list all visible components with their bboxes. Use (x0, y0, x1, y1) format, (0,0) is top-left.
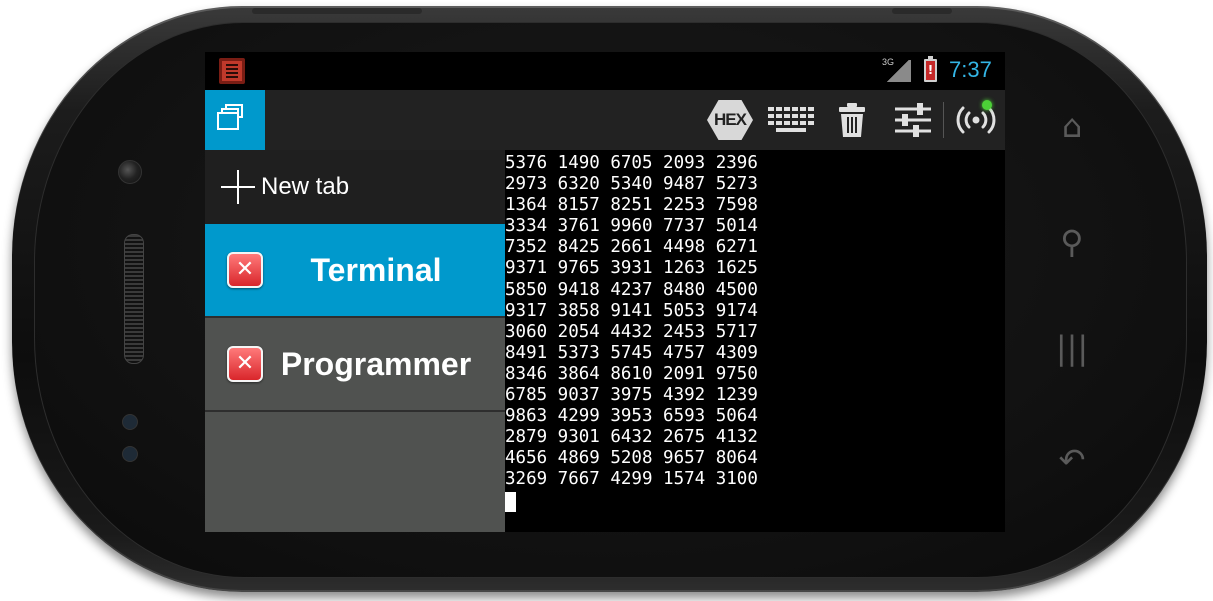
status-bar: 3G ! 7:37 (205, 52, 1005, 90)
hex-icon: HEX (707, 100, 753, 140)
battery-alert: ! (926, 61, 935, 80)
terminal-line: 3269 7667 4299 1574 3100 (505, 469, 758, 490)
volume-button (252, 8, 422, 14)
close-icon[interactable]: ✕ (227, 252, 263, 288)
tab-label: Programmer (280, 345, 472, 382)
terminal-line: 8491 5373 5745 4757 4309 (505, 342, 758, 363)
terminal-line: 5850 9418 4237 8480 4500 (505, 279, 758, 300)
action-bar: HEX (205, 90, 1005, 150)
terminal-line: 8346 3864 8610 2091 9750 (505, 363, 758, 384)
terminal-line: 6785 9037 3975 4392 1239 (505, 385, 758, 406)
new-tab-button[interactable]: New tab (205, 150, 505, 224)
proximity-sensor (122, 414, 138, 430)
close-icon[interactable]: ✕ (227, 346, 263, 382)
connection-button[interactable] (951, 90, 1001, 150)
keyboard-icon (768, 107, 814, 132)
terminal-line: 2973 6320 5340 9487 5273 (505, 174, 758, 195)
trash-icon (839, 103, 865, 137)
terminal-line: 3060 2054 4432 2453 5717 (505, 321, 758, 342)
broadcast-icon (956, 106, 996, 134)
terminal-line: 7352 8425 2661 4498 6271 (505, 237, 758, 258)
tabs-button[interactable] (205, 90, 265, 150)
terminal-line: 9317 3858 9141 5053 9174 (505, 300, 758, 321)
tab-terminal[interactable]: ✕ Terminal (205, 224, 505, 318)
actionbar-divider (943, 102, 944, 138)
terminal-line: 3334 3761 9960 7737 5014 (505, 216, 758, 237)
battery-icon: ! (924, 56, 937, 82)
terminal-line: 4656 4869 5208 9657 8064 (505, 448, 758, 469)
text-cursor (505, 491, 516, 512)
menu-icon[interactable]: ||| (1052, 328, 1092, 368)
front-camera (118, 160, 142, 184)
chip-notification-icon (219, 58, 245, 84)
terminal-line: 1364 8157 8251 2253 7598 (505, 195, 758, 216)
terminal-output[interactable]: 5376 1490 6705 2093 2396 2973 6320 5340 … (505, 150, 1005, 532)
screen: 3G ! 7:37 HEX (205, 52, 1005, 532)
earpiece-speaker (124, 234, 144, 364)
hex-label: HEX (714, 110, 747, 129)
light-sensor (122, 446, 138, 462)
search-icon[interactable]: ⚲ (1052, 222, 1092, 262)
tabs-icon (217, 112, 239, 130)
tab-drawer: New tab ✕ Terminal ✕ Programmer (205, 150, 505, 532)
power-button (892, 8, 952, 14)
home-icon[interactable]: ⌂ (1052, 106, 1092, 146)
terminal-line: 9371 9765 3931 1263 1625 (505, 258, 758, 279)
hex-button[interactable]: HEX (705, 90, 755, 150)
terminal-line: 2879 9301 6432 2675 4132 (505, 427, 758, 448)
tab-label: Terminal (310, 251, 442, 288)
terminal-line: 9863 4299 3953 6593 5064 (505, 406, 758, 427)
clear-button[interactable] (827, 90, 877, 150)
back-icon[interactable]: ↶ (1052, 440, 1092, 480)
plus-icon (221, 170, 255, 204)
settings-sliders-icon (895, 103, 931, 137)
settings-button[interactable] (888, 90, 938, 150)
new-tab-label: New tab (261, 173, 350, 200)
keyboard-button[interactable] (766, 90, 816, 150)
signal-icon (885, 60, 911, 82)
connected-indicator (982, 100, 992, 110)
clock: 7:37 (949, 57, 992, 82)
tab-programmer[interactable]: ✕ Programmer (205, 318, 505, 412)
terminal-line: 5376 1490 6705 2093 2396 (505, 153, 758, 173)
